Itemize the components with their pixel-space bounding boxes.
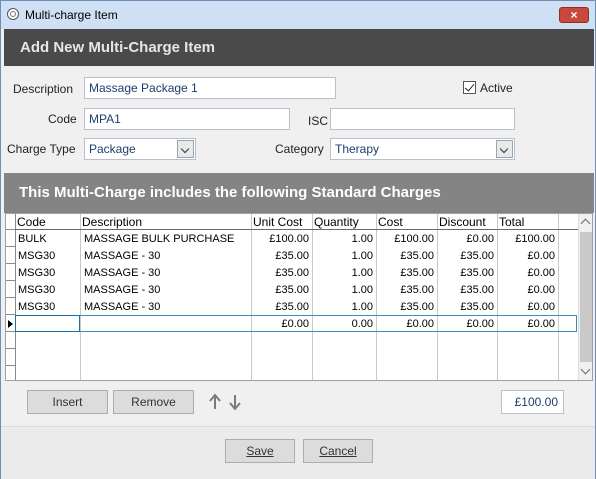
cell-quantity[interactable]: 1.00 <box>313 282 373 298</box>
charges-grid[interactable]: Code Description Unit Cost Quantity Cost… <box>5 213 593 381</box>
category-value: Therapy <box>335 142 380 156</box>
row-header-column <box>6 214 16 380</box>
column-header-description[interactable]: Description <box>82 215 142 229</box>
cell-code[interactable]: MSG30 <box>18 248 55 264</box>
cell-unit-cost[interactable]: £35.00 <box>252 282 309 298</box>
close-button[interactable]: × <box>559 7 589 23</box>
vertical-scrollbar[interactable] <box>578 214 592 380</box>
row-pointer-icon <box>8 320 13 328</box>
active-checkbox[interactable] <box>463 81 476 94</box>
cell-total[interactable]: £0.00 <box>498 265 555 281</box>
move-down-button[interactable] <box>228 390 242 414</box>
cell-discount[interactable]: £0.00 <box>438 316 494 332</box>
cell-discount[interactable]: £35.00 <box>438 265 494 281</box>
cell-description[interactable]: MASSAGE BULK PURCHASE <box>84 231 234 247</box>
cell-code[interactable]: BULK <box>18 231 47 247</box>
scrollbar-thumb[interactable] <box>580 232 592 362</box>
header-banner: Add New Multi-Charge Item <box>4 29 594 66</box>
cell-total[interactable]: £100.00 <box>498 231 555 247</box>
remove-button[interactable]: Remove <box>113 390 194 414</box>
cell-unit-cost[interactable]: £35.00 <box>252 299 309 315</box>
cell-unit-cost[interactable]: £100.00 <box>252 231 309 247</box>
multi-charge-window: Multi-charge Item × Add New Multi-Charge… <box>0 0 596 479</box>
cell-cost[interactable]: £35.00 <box>377 282 434 298</box>
cell-discount[interactable]: £0.00 <box>438 231 494 247</box>
code-field[interactable]: MPA1 <box>84 108 290 130</box>
cell-code[interactable]: MSG30 <box>18 282 55 298</box>
cell-cost[interactable]: £35.00 <box>377 299 434 315</box>
dialog-footer <box>1 426 595 479</box>
title-bar[interactable]: Multi-charge Item × <box>1 1 595 29</box>
isc-field[interactable] <box>330 108 515 130</box>
active-label: Active <box>480 81 513 95</box>
cell-code[interactable]: MSG30 <box>18 265 55 281</box>
cell-description[interactable]: MASSAGE - 30 <box>84 282 160 298</box>
column-header-unit-cost[interactable]: Unit Cost <box>253 215 302 229</box>
cell-discount[interactable]: £35.00 <box>438 282 494 298</box>
category-select[interactable]: Therapy <box>330 138 515 160</box>
cell-description[interactable]: MASSAGE - 30 <box>84 248 160 264</box>
cell-cost[interactable]: £35.00 <box>377 248 434 264</box>
cell-description[interactable]: MASSAGE - 30 <box>84 299 160 315</box>
cancel-button-label: Cancel <box>319 444 357 458</box>
cell-unit-cost[interactable]: £0.00 <box>252 316 309 332</box>
charge-type-label: Charge Type <box>7 142 76 156</box>
cell-cost[interactable]: £0.00 <box>377 316 434 332</box>
cancel-button[interactable]: Cancel <box>303 439 373 463</box>
close-icon: × <box>570 8 578 22</box>
insert-button[interactable]: Insert <box>27 390 108 414</box>
column-header-cost[interactable]: Cost <box>378 215 403 229</box>
move-up-button[interactable] <box>208 390 222 414</box>
cell-unit-cost[interactable]: £35.00 <box>252 248 309 264</box>
window-title: Multi-charge Item <box>25 8 118 22</box>
charge-type-value: Package <box>89 142 136 156</box>
cell-total[interactable]: £0.00 <box>498 316 555 332</box>
cell-discount[interactable]: £35.00 <box>438 299 494 315</box>
cell-code[interactable]: MSG30 <box>18 299 55 315</box>
cell-quantity[interactable]: 1.00 <box>313 265 373 281</box>
isc-label: ISC <box>308 114 329 128</box>
cell-quantity[interactable]: 0.00 <box>313 316 373 332</box>
chevron-down-icon[interactable] <box>496 140 513 158</box>
chevron-down-icon[interactable] <box>177 140 194 158</box>
column-header-discount[interactable]: Discount <box>439 215 486 229</box>
cell-total[interactable]: £0.00 <box>498 282 555 298</box>
cell-unit-cost[interactable]: £35.00 <box>252 265 309 281</box>
cell-total[interactable]: £0.00 <box>498 299 555 315</box>
grand-total-field: £100.00 <box>501 390 564 414</box>
column-header-code[interactable]: Code <box>17 215 46 229</box>
arrow-down-icon <box>229 395 241 411</box>
cell-quantity[interactable]: 1.00 <box>313 299 373 315</box>
cell-discount[interactable]: £35.00 <box>438 248 494 264</box>
save-button[interactable]: Save <box>225 439 295 463</box>
description-field[interactable]: Massage Package 1 <box>84 77 336 99</box>
column-header-total[interactable]: Total <box>499 215 524 229</box>
cell-quantity[interactable]: 1.00 <box>313 231 373 247</box>
save-button-label: Save <box>246 444 274 458</box>
cell-description[interactable]: MASSAGE - 30 <box>84 265 160 281</box>
app-icon <box>7 8 19 20</box>
arrow-up-icon <box>209 393 221 409</box>
code-label: Code <box>48 112 77 126</box>
cell-total[interactable]: £0.00 <box>498 248 555 264</box>
scroll-up-icon[interactable] <box>580 218 591 229</box>
section-banner: This Multi-Charge includes the following… <box>4 173 594 213</box>
charge-type-select[interactable]: Package <box>84 138 196 160</box>
scroll-down-icon[interactable] <box>580 364 591 375</box>
cell-cost[interactable]: £100.00 <box>377 231 434 247</box>
column-header-quantity[interactable]: Quantity <box>314 215 359 229</box>
cell-quantity[interactable]: 1.00 <box>313 248 373 264</box>
selected-cell[interactable] <box>15 315 80 332</box>
description-label: Description <box>13 82 74 96</box>
category-label: Category <box>275 142 324 156</box>
cell-cost[interactable]: £35.00 <box>377 265 434 281</box>
